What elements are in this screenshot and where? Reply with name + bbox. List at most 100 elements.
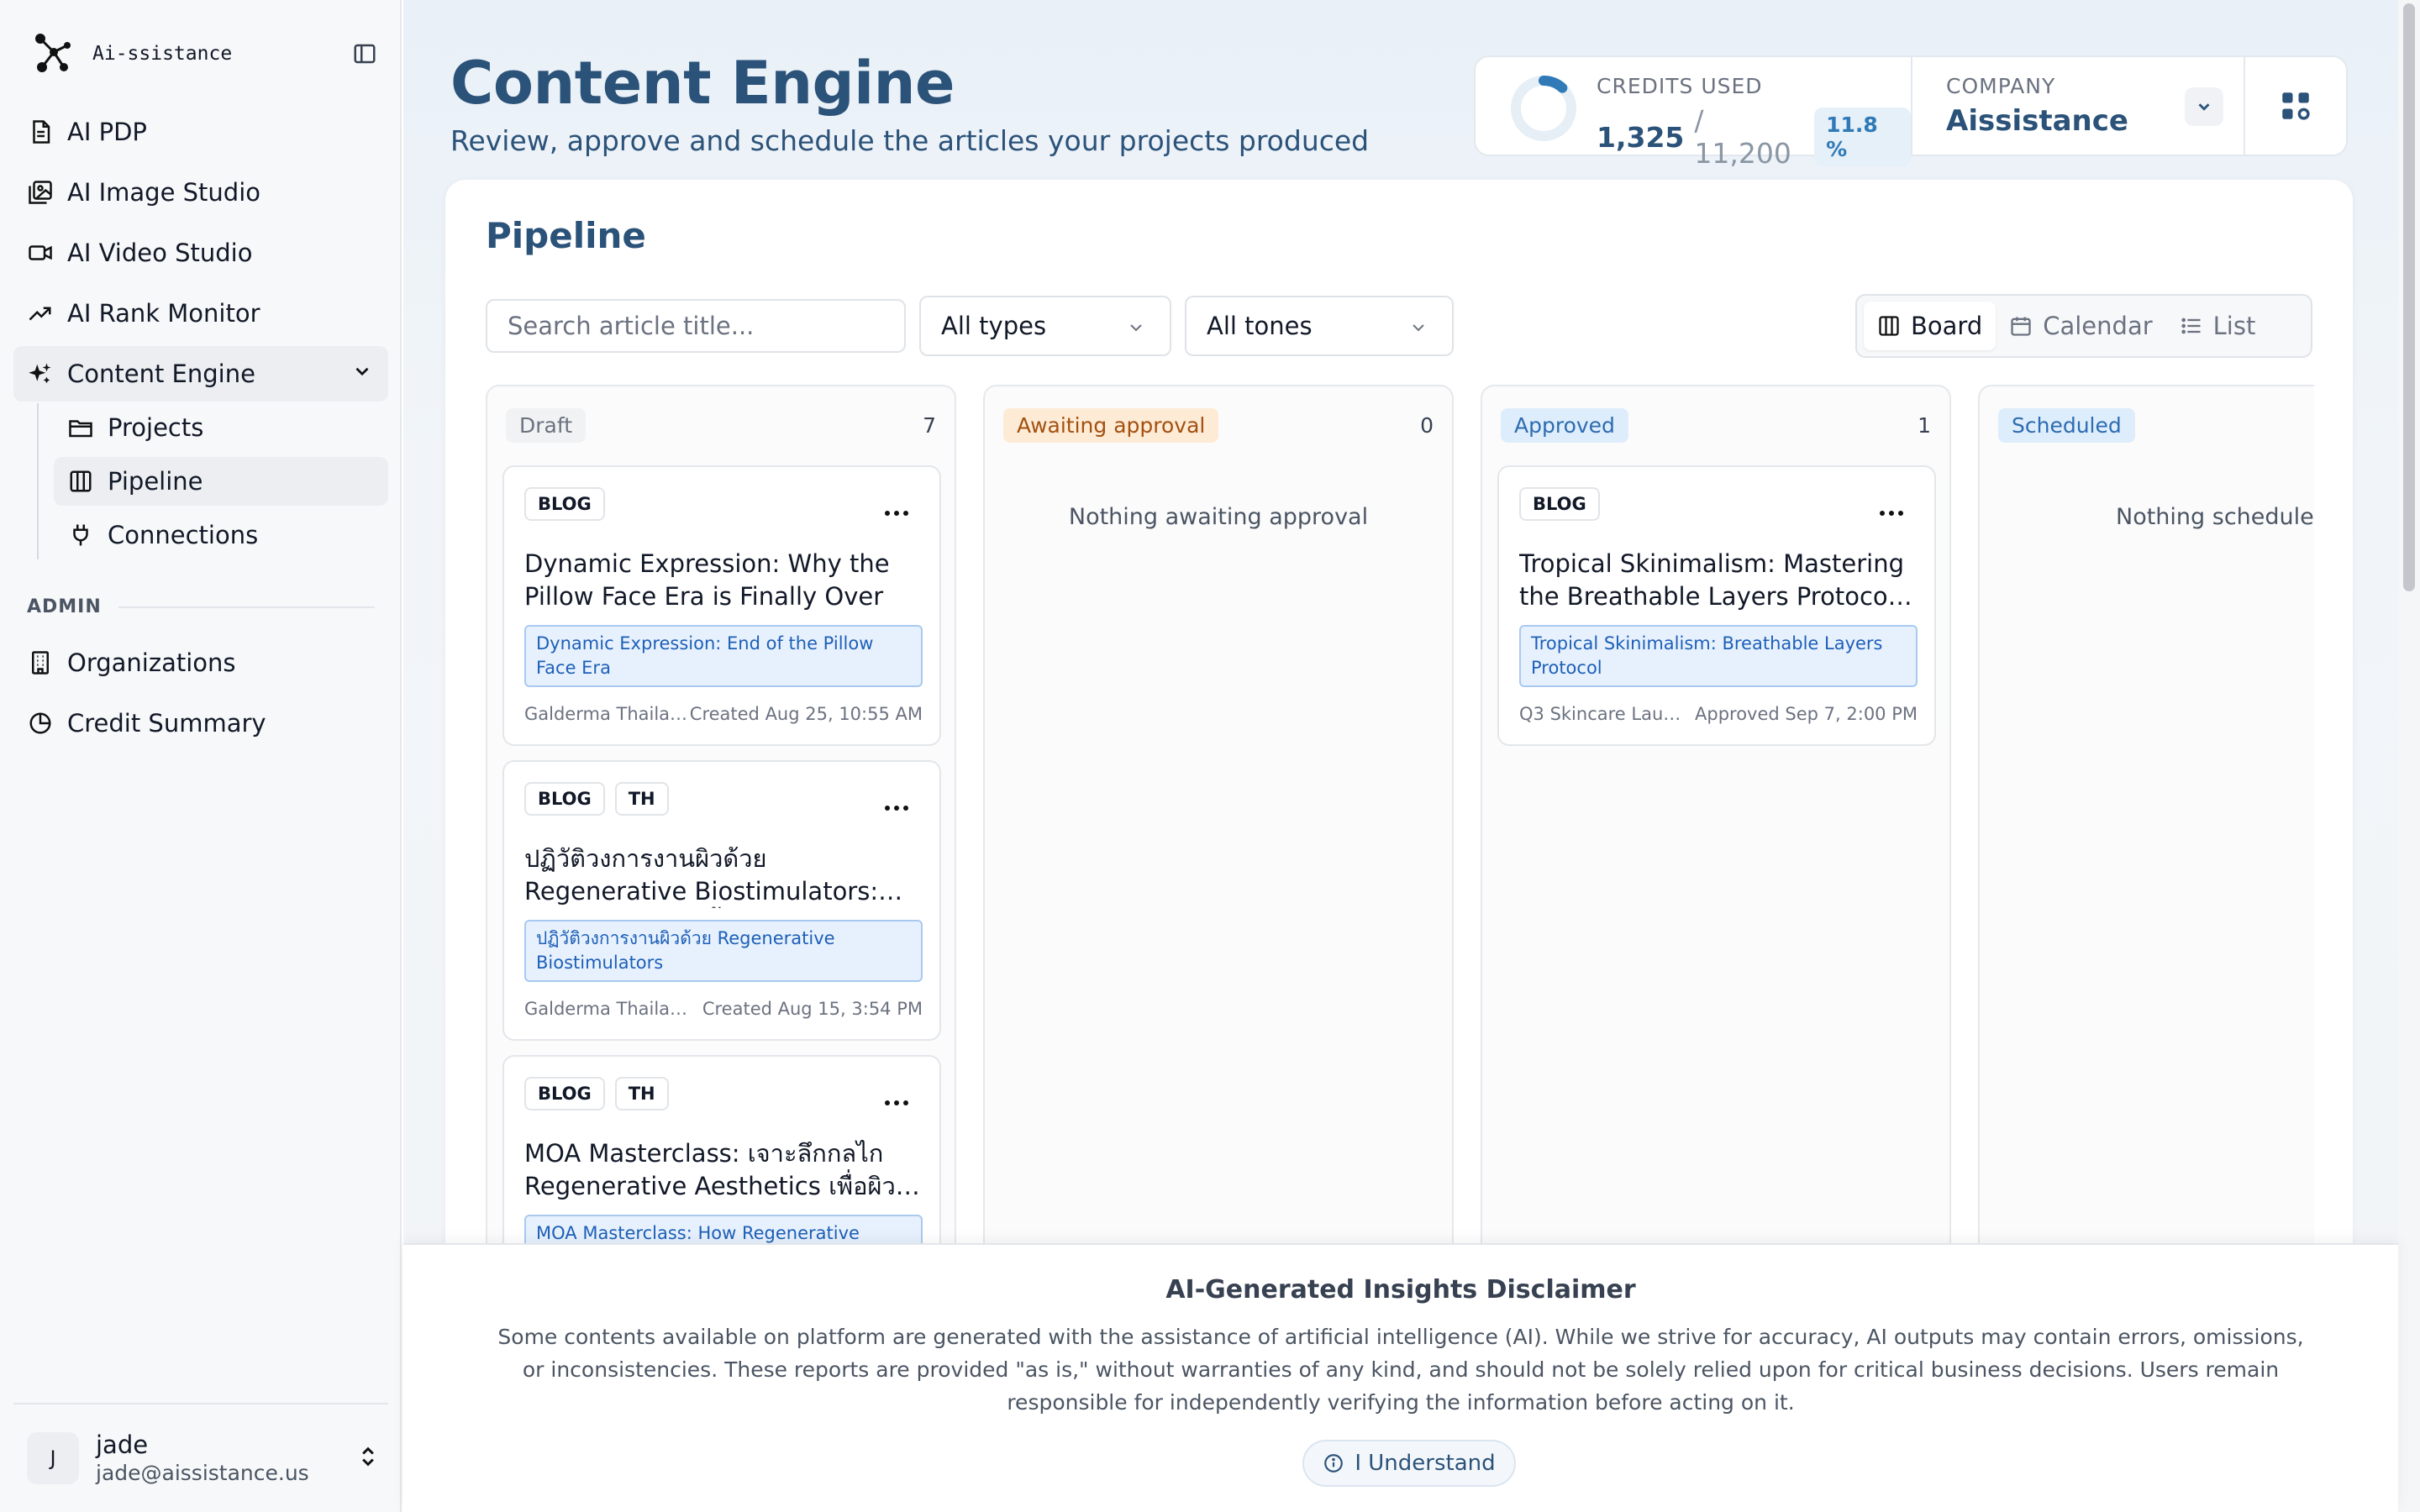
view-toggle: Board Calendar List — [1855, 294, 2312, 358]
card-project: Galderma Thailand ... — [524, 999, 692, 1019]
sidebar-toggle-button[interactable] — [348, 37, 381, 71]
admin-nav: Organizations Credit Summary — [13, 635, 388, 756]
view-board-button[interactable]: Board — [1864, 302, 1996, 350]
understand-button[interactable]: I Understand — [1302, 1440, 1516, 1487]
more-horizontal-icon[interactable] — [884, 1094, 909, 1110]
card-date: Created Aug 25, 10:55 AM — [689, 704, 923, 724]
credits-company-card: CREDITS USED 1,325 / 11,200 11.8 % COMPA… — [1474, 55, 2348, 170]
view-list-button[interactable]: List — [2166, 302, 2270, 350]
card-meta: Galderma Thailand ... Created Aug 15, 3:… — [524, 999, 923, 1019]
topic-chip: Dynamic Expression: End of the Pillow Fa… — [524, 625, 923, 687]
sidebar-item-connections[interactable]: Connections — [54, 511, 388, 559]
more-horizontal-icon[interactable] — [884, 799, 909, 815]
plug-icon — [67, 522, 94, 549]
sidebar-item-label: Connections — [108, 521, 259, 549]
sidebar-item-projects[interactable]: Projects — [54, 403, 388, 452]
card-date: Approved Sep 7, 2:00 PM — [1695, 704, 1918, 724]
credits-values: 1,325 / 11,200 11.8 % — [1597, 104, 1911, 170]
panel-title: Pipeline — [486, 215, 646, 256]
company-selector[interactable]: COMPANY Aissistance — [1912, 57, 2245, 155]
status-badge: Awaiting approval — [1003, 407, 1219, 443]
column-count: 0 — [1420, 412, 1434, 438]
sidebar-item-content-engine[interactable]: Content Engine — [13, 346, 388, 402]
brand[interactable]: Ai-ssistance — [30, 30, 232, 77]
avatar: J — [27, 1432, 79, 1484]
video-icon — [27, 239, 54, 266]
status-badge: Draft — [506, 407, 587, 443]
column-header: Awaiting approval 0 — [1003, 407, 1434, 444]
ai-disclaimer-banner: AI-Generated Insights Disclaimer Some co… — [403, 1243, 2398, 1512]
sidebar-item-ai-image-studio[interactable]: AI Image Studio — [13, 165, 388, 220]
company-label: COMPANY — [1946, 74, 2056, 98]
scrollbar-thumb[interactable] — [2403, 3, 2415, 591]
sidebar-item-label: AI Image Studio — [67, 178, 261, 207]
view-calendar-label: Calendar — [2043, 312, 2153, 340]
pie-chart-icon — [27, 710, 54, 737]
apps-button[interactable] — [2245, 57, 2346, 155]
status-badge: Approved — [1501, 407, 1628, 443]
chevron-down-icon — [2198, 103, 2210, 111]
company-dropdown-button[interactable] — [2185, 87, 2223, 126]
kanban-icon — [1879, 316, 1899, 336]
admin-section-label: ADMIN — [27, 596, 375, 617]
document-icon — [27, 118, 54, 145]
type-tag: BLOG — [524, 487, 605, 521]
more-horizontal-icon[interactable] — [1879, 504, 1904, 520]
type-filter-select[interactable]: All types — [919, 296, 1171, 356]
topic-chip: ปฏิวัติวงการงานผิวด้วย Regenerative Bios… — [524, 920, 923, 982]
sidebar-item-label: Credit Summary — [67, 709, 266, 738]
card-meta: Q3 Skincare Launch Approved Sep 7, 2:00 … — [1519, 704, 1918, 724]
card-title: Tropical Skinimalism: Mastering the Brea… — [1519, 549, 1904, 611]
column-header: Draft 7 — [506, 407, 936, 444]
sidebar-item-ai-pdp[interactable]: AI PDP — [13, 104, 388, 160]
article-card[interactable]: BLOG TH ปฏิวัติวงการงานผิวด้วย Regenerat… — [502, 760, 941, 1041]
sidebar-item-ai-rank-monitor[interactable]: AI Rank Monitor — [13, 286, 388, 341]
credits-used-label: CREDITS USED — [1597, 74, 1763, 98]
sidebar-item-label: Organizations — [67, 648, 236, 677]
card-title: MOA Masterclass: เจาะลึกกลไก Regenerativ… — [524, 1139, 896, 1200]
credits-used-value: 1,325 — [1597, 120, 1685, 154]
user-menu[interactable]: J jade jade@aissistance.us — [27, 1428, 380, 1488]
kanban-icon — [67, 468, 94, 495]
apps-grid-icon — [2282, 92, 2310, 120]
language-tag: TH — [614, 1077, 669, 1110]
chevron-down-icon — [1413, 324, 1424, 332]
disclaimer-title: AI-Generated Insights Disclaimer — [1165, 1275, 1636, 1305]
card-tags: BLOG TH — [524, 782, 669, 816]
divider — [13, 1403, 388, 1404]
chevron-down-icon — [351, 360, 373, 388]
credits-used-widget: CREDITS USED 1,325 / 11,200 11.8 % — [1476, 57, 1912, 170]
user-email: jade@aissistance.us — [96, 1461, 309, 1485]
divider — [118, 606, 375, 608]
card-project: Galderma Thailan... — [524, 704, 690, 724]
tone-filter-select[interactable]: All tones — [1185, 296, 1454, 356]
sidebar-item-label: AI Video Studio — [67, 239, 253, 267]
sidebar-item-organizations[interactable]: Organizations — [13, 635, 388, 690]
sidebar-item-label: Pipeline — [108, 467, 203, 496]
sidebar: Ai-ssistance AI PDP AI Image Studio AI V… — [0, 0, 402, 1512]
admin-label: ADMIN — [27, 596, 102, 617]
image-icon — [27, 179, 54, 206]
sidebar-item-credit-summary[interactable]: Credit Summary — [13, 696, 388, 751]
type-tag: BLOG — [1519, 487, 1600, 521]
chevrons-up-down-icon — [356, 1445, 380, 1472]
topic-chip: Tropical Skinimalism: Breathable Layers … — [1519, 625, 1918, 687]
building-icon — [27, 649, 54, 676]
search-input[interactable] — [486, 299, 906, 353]
trending-up-icon — [27, 300, 54, 327]
card-tags: BLOG TH — [524, 1077, 669, 1110]
view-calendar-button[interactable]: Calendar — [1996, 302, 2165, 350]
article-card[interactable]: BLOG Tropical Skinimalism: Mastering the… — [1497, 465, 1936, 746]
disclaimer-body: Some contents available on platform are … — [497, 1325, 2304, 1415]
more-horizontal-icon[interactable] — [884, 504, 909, 520]
card-project: Q3 Skincare Launch — [1519, 704, 1687, 724]
article-card[interactable]: BLOG Dynamic Expression: Why the Pillow … — [502, 465, 941, 746]
sidebar-item-label: AI PDP — [67, 118, 147, 146]
type-tag: BLOG — [524, 1077, 605, 1110]
sidebar-item-label: Projects — [108, 413, 204, 442]
sidebar-item-pipeline[interactable]: Pipeline — [54, 457, 388, 506]
card-title: ปฏิวัติวงการงานผิวด้วย Regenerative Bios… — [524, 844, 879, 906]
sidebar-item-ai-video-studio[interactable]: AI Video Studio — [13, 225, 388, 281]
user-info: jade jade@aissistance.us — [96, 1430, 309, 1487]
column-count: 7 — [923, 412, 936, 438]
